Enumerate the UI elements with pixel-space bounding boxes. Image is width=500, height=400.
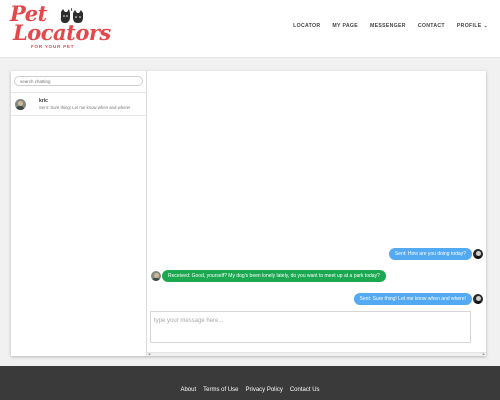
search-chatting-input[interactable]	[14, 76, 143, 86]
nav-profile-label: PROFILE	[456, 23, 482, 29]
conversation-name: kric	[39, 98, 48, 104]
avatar	[473, 294, 483, 304]
message-thread: Sent: How are you doing today? Received:…	[147, 71, 486, 356]
nav-contact[interactable]: CONTACT	[418, 23, 445, 29]
main-nav: LOCATOR MY PAGE MESSENGER CONTACT PROFIL…	[293, 23, 488, 29]
footer-link-terms[interactable]: Terms of Use	[203, 387, 238, 393]
avatar	[473, 249, 483, 259]
chevron-down-icon: ⌄	[483, 23, 488, 29]
horizontal-scrollbar[interactable]: ◀ ▶	[147, 352, 486, 356]
site-footer: About Terms of Use Privacy Policy Contac…	[0, 366, 500, 400]
conversation-list-item[interactable]: kric Sent: Sure thing! Let me know when …	[11, 94, 146, 116]
footer-link-privacy[interactable]: Privacy Policy	[246, 387, 283, 393]
message-input[interactable]	[150, 311, 471, 343]
conversation-preview: Sent: Sure thing! Let me know when and w…	[39, 105, 131, 110]
message-bubble-sent: Sent: Sure thing! Let me know when and w…	[353, 293, 472, 305]
footer-link-about[interactable]: About	[180, 387, 196, 393]
nav-messenger[interactable]: MESSENGER	[370, 23, 406, 29]
message-bubble-sent: Sent: How are you doing today?	[388, 248, 472, 260]
footer-link-contact[interactable]: Contact Us	[290, 387, 320, 393]
divider	[11, 92, 147, 93]
avatar	[151, 271, 161, 281]
site-header: Pet Locators FOR YOUR PET LOCATOR MY PAG…	[0, 0, 500, 58]
message-bubble-received: Received: Good, yourself? My dog's been …	[162, 270, 386, 282]
conversation-sidebar: kric Sent: Sure thing! Let me know when …	[11, 71, 147, 356]
scroll-left-arrow-icon[interactable]: ◀	[148, 353, 150, 356]
pet-locators-logo[interactable]: Pet Locators FOR YOUR PET	[10, 3, 111, 55]
nav-profile-dropdown[interactable]: PROFILE ⌄	[457, 23, 488, 29]
messenger-panel: kric Sent: Sure thing! Let me know when …	[11, 71, 486, 356]
avatar	[15, 99, 26, 110]
footer-links: About Terms of Use Privacy Policy Contac…	[0, 387, 500, 393]
logo-text-line2: Locators	[13, 20, 111, 45]
scroll-right-arrow-icon[interactable]: ▶	[483, 353, 485, 356]
nav-locator[interactable]: LOCATOR	[293, 23, 320, 29]
logo-tagline: FOR YOUR PET	[31, 44, 75, 49]
nav-my-page[interactable]: MY PAGE	[332, 23, 358, 29]
